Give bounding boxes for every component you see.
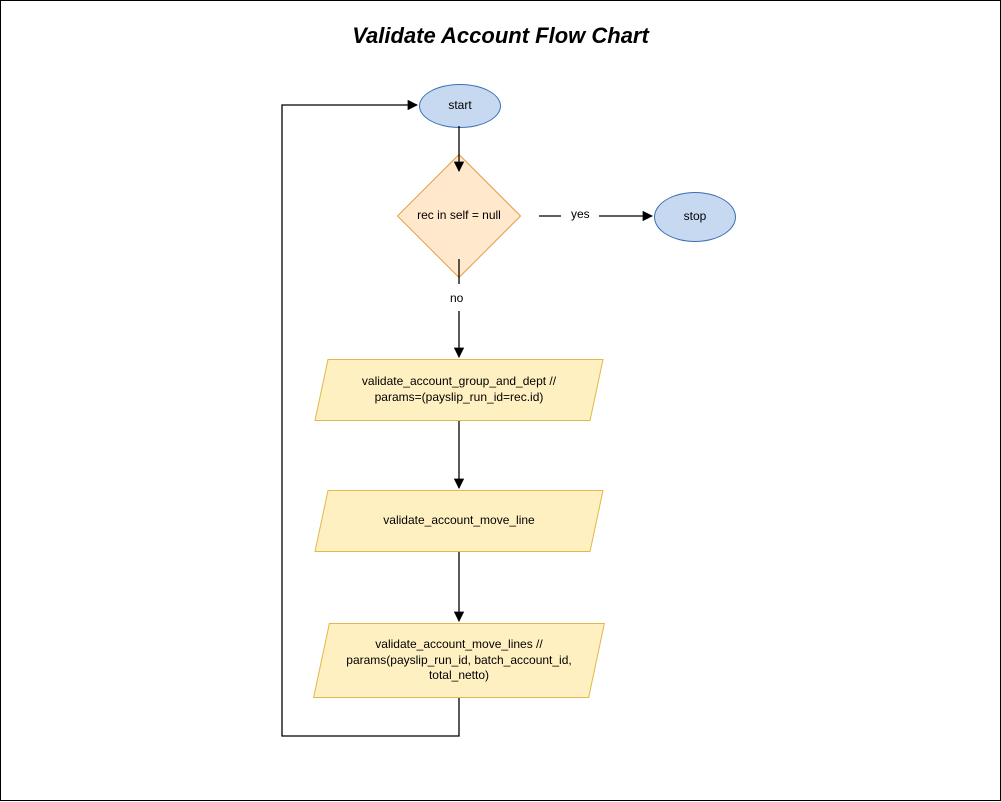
stop-label: stop — [684, 209, 707, 225]
process3-label: validate_account_move_lines // params(pa… — [321, 623, 597, 698]
stop-node: stop — [654, 192, 736, 242]
edge-yes-label: yes — [571, 207, 590, 221]
flowchart-canvas: Validate Account Flow Chart start rec in… — [0, 0, 1001, 801]
decision-node: rec in self = null — [379, 173, 539, 258]
process3-node: validate_account_move_lines // params(pa… — [321, 623, 597, 698]
start-label: start — [448, 98, 471, 114]
process1-label: validate_account_group_and_dept // param… — [321, 359, 597, 421]
edge-no-label: no — [450, 291, 463, 305]
chart-title: Validate Account Flow Chart — [1, 23, 1000, 49]
process1-node: validate_account_group_and_dept // param… — [321, 359, 597, 421]
decision-label: rec in self = null — [379, 173, 539, 258]
start-node: start — [419, 84, 501, 128]
process2-label: validate_account_move_line — [321, 490, 597, 552]
process2-node: validate_account_move_line — [321, 490, 597, 552]
